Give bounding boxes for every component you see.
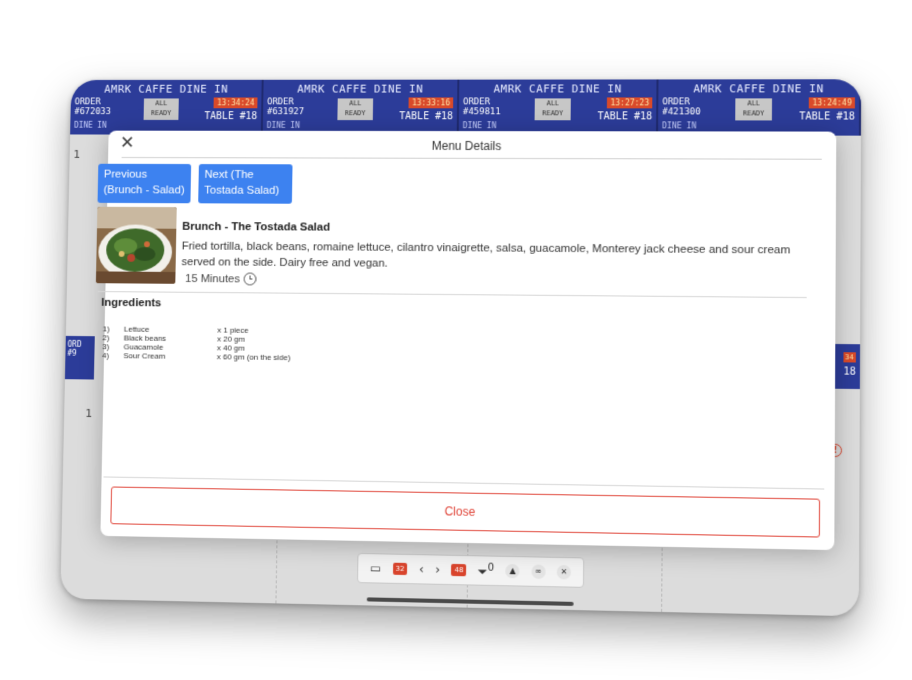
- close-button[interactable]: Close: [110, 486, 821, 538]
- ticket-timer: 13:27:23: [607, 97, 653, 109]
- home-indicator: [366, 597, 574, 606]
- ticket-timer: 13:33:16: [408, 97, 454, 109]
- link-icon[interactable]: ∞: [531, 564, 546, 579]
- ticket-table: TABLE #18: [399, 111, 454, 123]
- order-ticket[interactable]: AMRK CAFFE DINE IN ORDER #631927 ALL READ…: [262, 79, 460, 136]
- next-button[interactable]: Next (The Tostada Salad): [198, 164, 293, 204]
- order-number: #672033: [74, 107, 111, 117]
- bell-icon[interactable]: ▲: [505, 563, 520, 579]
- ticket-dine: DINE IN: [74, 120, 107, 130]
- divider: [121, 157, 822, 160]
- order-ticket[interactable]: AMRK CAFFE DINE IN ORDER #672033 ALL READ…: [70, 79, 264, 135]
- order-ticket-partial[interactable]: ORD #9: [64, 335, 95, 380]
- filter-count: 0: [487, 562, 495, 574]
- row-number: 1: [85, 407, 93, 420]
- menu-details-modal: ✕ Menu Details Previous (Brunch - Salad)…: [95, 130, 837, 551]
- bottom-toolbar: ▭ 32 ‹ › 48 ⏷0 ▲ ∞ ✕: [357, 552, 585, 588]
- order-number: #459811: [462, 107, 501, 118]
- ticket-timer: 13:24:49: [809, 97, 855, 109]
- previous-button[interactable]: Previous (Brunch - Salad): [97, 163, 192, 204]
- ticket-timer: 13:34:24: [213, 97, 258, 109]
- ticket-table: TABLE #18: [597, 111, 653, 123]
- prep-time-label: 15 Minutes: [185, 272, 241, 285]
- order-label: ORDER: [662, 97, 690, 108]
- ticket-timer: 34: [842, 352, 856, 363]
- ticket-order: ORDER #421300: [662, 97, 701, 117]
- ticket-dine: DINE IN: [662, 121, 697, 131]
- row-number: 1: [73, 148, 81, 161]
- ticket-title: AMRK CAFFE DINE IN: [693, 82, 824, 96]
- ingredient-number: 1): [102, 324, 110, 334]
- ingredients-heading: Ingredients: [101, 296, 162, 310]
- clock-icon: [243, 272, 257, 286]
- order-number: #421300: [662, 107, 701, 118]
- close-icon[interactable]: ✕: [556, 565, 572, 580]
- all-ready-button[interactable]: ALL READY: [143, 98, 179, 120]
- all-ready-button[interactable]: ALL READY: [534, 98, 571, 121]
- order-ticket[interactable]: AMRK CAFFE DINE IN ORDER #421300 ALL READ…: [658, 79, 862, 136]
- dish-name: Brunch - The Tostada Salad: [182, 220, 331, 234]
- ingredient-name: Sour Cream: [123, 351, 166, 361]
- order-label: ORDER: [74, 97, 101, 108]
- ticket-dine: DINE IN: [266, 121, 300, 130]
- screen-icon[interactable]: ▭: [370, 561, 381, 575]
- ingredient-row: 4) Sour Cream x 60 gm (on the side): [102, 351, 354, 363]
- order-label: ORDER: [462, 97, 491, 108]
- dish-image: [95, 206, 177, 284]
- ticket-dine: DINE IN: [462, 121, 497, 131]
- prep-time: 15 Minutes: [185, 272, 257, 286]
- chevron-left-icon[interactable]: ‹: [419, 562, 424, 576]
- ingredient-number: 2): [102, 333, 110, 343]
- ticket-table: 18: [843, 366, 856, 378]
- ingredients-list: 1) Lettuce x 1 piece 2) Black beans x 20…: [102, 324, 355, 362]
- ticket-order: ORDER #459811: [463, 97, 501, 117]
- dish-photo: [95, 206, 177, 284]
- ingredient-qty: x 60 gm (on the side): [216, 352, 291, 363]
- ticket-row: AMRK CAFFE DINE IN ORDER #672033 ALL READ…: [70, 79, 862, 136]
- dish-description: Fried tortilla, black beans, romaine let…: [181, 240, 791, 270]
- ingredient-number: 3): [102, 342, 110, 352]
- order-number: #631927: [266, 107, 305, 118]
- chevron-right-icon[interactable]: ›: [435, 563, 440, 577]
- stage: AMRK CAFFE DINE IN ORDER #672033 ALL READ…: [0, 0, 912, 680]
- ticket-title: AMRK CAFFE DINE IN: [493, 82, 622, 96]
- ticket-title: AMRK CAFFE DINE IN: [296, 82, 424, 96]
- all-ready-button[interactable]: ALL READY: [735, 98, 773, 121]
- tablet-screen: AMRK CAFFE DINE IN ORDER #672033 ALL READ…: [60, 79, 862, 617]
- ticket-order: ORDER #672033: [74, 97, 111, 116]
- filter-icon[interactable]: ⏷0: [478, 562, 494, 580]
- count-badge: 32: [392, 562, 408, 576]
- order-label: ORDER: [267, 97, 294, 108]
- order-ticket[interactable]: AMRK CAFFE DINE IN ORDER #459811 ALL READ…: [458, 79, 659, 136]
- all-ready-button[interactable]: ALL READY: [337, 98, 374, 121]
- ticket-table: TABLE #18: [799, 111, 855, 123]
- ticket-order: ORDER #631927: [267, 97, 304, 117]
- divider: [97, 291, 807, 299]
- modal-title: Menu Details: [431, 138, 502, 153]
- count-badge: 48: [451, 563, 467, 577]
- ticket-table: TABLE #18: [204, 111, 258, 122]
- ingredient-number: 4): [102, 351, 110, 360]
- ticket-title: AMRK CAFFE DINE IN: [103, 82, 229, 96]
